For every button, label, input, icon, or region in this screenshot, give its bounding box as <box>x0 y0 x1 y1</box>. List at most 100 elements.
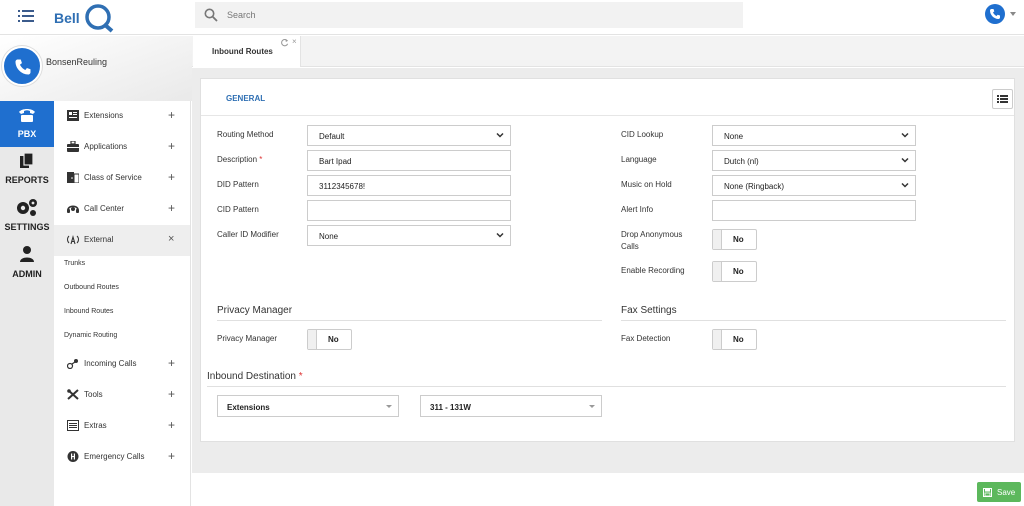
rail-item-reports[interactable]: REPORTS <box>0 147 54 193</box>
divider <box>207 386 1006 387</box>
menu-label: Applications <box>84 142 128 151</box>
briefcase-icon <box>67 141 79 152</box>
description-value: Bart Ipad <box>319 157 352 166</box>
chevron-down-icon <box>496 232 504 238</box>
music-on-hold-value: None (Ringback) <box>724 182 785 191</box>
did-pattern-value: 3112345678! <box>319 182 366 191</box>
caret-down-icon <box>386 405 392 408</box>
phone-icon <box>19 109 35 122</box>
refresh-icon[interactable] <box>280 38 289 47</box>
enable-recording-label: Enable Recording <box>621 266 685 275</box>
drop-anonymous-label-line2: Calls <box>621 242 639 251</box>
menu-item-extensions[interactable]: Extensions + <box>54 101 190 132</box>
fax-settings-heading: Fax Settings <box>621 305 677 316</box>
language-value: Dutch (nl) <box>724 157 759 166</box>
description-label-text: Description <box>217 155 258 164</box>
expand-icon[interactable]: + <box>168 418 175 432</box>
expand-icon[interactable]: + <box>168 356 175 370</box>
destination-type-value: Extensions <box>227 403 270 412</box>
drop-anonymous-toggle[interactable]: No <box>712 229 757 250</box>
inbound-destination-heading: Inbound Destination * <box>207 371 303 382</box>
fax-detection-toggle[interactable]: No <box>712 329 757 350</box>
menu-item-class-of-service[interactable]: Class of Service + <box>54 163 190 194</box>
bellq-logo[interactable]: Bell <box>54 3 116 33</box>
card-title: GENERAL <box>226 94 266 103</box>
pbx-submenu: Extensions + Applications + Class of Ser… <box>54 101 191 506</box>
expand-icon[interactable]: + <box>168 139 175 153</box>
menu-item-external[interactable]: External × <box>54 225 190 256</box>
chevron-down-icon[interactable] <box>1010 12 1016 16</box>
menu-item-applications[interactable]: Applications + <box>54 132 190 163</box>
privacy-manager-toggle[interactable]: No <box>307 329 352 350</box>
search-input[interactable]: Search <box>227 10 256 20</box>
destination-target-select[interactable]: 311 - 131W <box>420 395 602 417</box>
menu-label: Extensions <box>84 111 124 120</box>
description-input[interactable]: Bart Ipad <box>307 150 511 171</box>
menu-item-extras[interactable]: Extras + <box>54 411 190 442</box>
save-button[interactable]: Save <box>977 482 1021 502</box>
cid-lookup-value: None <box>724 132 744 141</box>
menu-item-tools[interactable]: Tools + <box>54 380 190 411</box>
rail-item-settings[interactable]: SETTINGS <box>0 193 54 239</box>
caret-down-icon <box>589 405 595 408</box>
destination-type-select[interactable]: Extensions <box>217 395 399 417</box>
submenu-item-inbound-routes[interactable]: Inbound Routes <box>64 308 113 315</box>
toggle-value: No <box>733 267 744 276</box>
incoming-calls-icon <box>67 359 78 369</box>
menu-toggle-icon[interactable] <box>18 9 34 23</box>
submenu-item-outbound-routes[interactable]: Outbound Routes <box>64 284 119 291</box>
caller-id-modifier-value: None <box>319 232 339 241</box>
enable-recording-toggle[interactable]: No <box>712 261 757 282</box>
privacy-manager-heading: Privacy Manager <box>217 305 293 316</box>
expand-icon[interactable]: + <box>168 387 175 401</box>
tab-inbound-routes[interactable]: Inbound Routes × <box>193 36 301 67</box>
toggle-value: No <box>733 235 744 244</box>
required-marker: * <box>259 155 263 164</box>
phone-status-button[interactable] <box>985 4 1005 24</box>
chevron-down-icon <box>901 157 909 163</box>
cid-lookup-select[interactable]: None <box>712 125 916 146</box>
submenu-item-dynamic-routing[interactable]: Dynamic Routing <box>64 332 117 339</box>
inbound-destination-text: Inbound Destination <box>207 371 296 382</box>
close-icon[interactable]: × <box>292 37 297 46</box>
avatar[interactable] <box>2 46 42 86</box>
menu-item-incoming-calls[interactable]: Incoming Calls + <box>54 349 190 380</box>
cid-pattern-input[interactable] <box>307 200 511 221</box>
submenu-item-trunks[interactable]: Trunks <box>64 260 85 267</box>
headset-icon <box>67 205 79 213</box>
caller-id-modifier-label: Caller ID Modifier <box>217 230 279 239</box>
search-bar[interactable]: Search <box>195 2 743 28</box>
tab-label: Inbound Routes <box>212 47 273 56</box>
rail-label: SETTINGS <box>4 222 50 232</box>
rail-item-admin[interactable]: ADMIN <box>0 240 54 286</box>
gears-icon <box>17 199 37 216</box>
top-bar: Bell Search <box>0 0 1024 35</box>
cid-pattern-label: CID Pattern <box>217 205 259 214</box>
list-view-button[interactable] <box>992 89 1013 109</box>
menu-label: Incoming Calls <box>84 359 137 368</box>
destination-target-value: 311 - 131W <box>430 403 471 412</box>
language-select[interactable]: Dutch (nl) <box>712 150 916 171</box>
list-box-icon <box>67 420 79 431</box>
expand-icon[interactable]: + <box>168 449 175 463</box>
divider <box>217 320 602 321</box>
caller-id-modifier-select[interactable]: None <box>307 225 511 246</box>
floppy-disk-icon <box>983 488 992 497</box>
menu-item-call-center[interactable]: Call Center + <box>54 194 190 225</box>
collapse-icon[interactable]: × <box>168 233 174 245</box>
music-on-hold-select[interactable]: None (Ringback) <box>712 175 916 196</box>
chevron-down-icon <box>496 132 504 138</box>
card-header: GENERAL <box>201 79 1014 116</box>
menu-item-emergency-calls[interactable]: Emergency Calls + <box>54 442 190 473</box>
alert-info-label: Alert Info <box>621 205 654 214</box>
copy-icon <box>20 152 34 168</box>
did-pattern-input[interactable]: 3112345678! <box>307 175 511 196</box>
expand-icon[interactable]: + <box>168 108 175 122</box>
expand-icon[interactable]: + <box>168 201 175 215</box>
alert-info-input[interactable] <box>712 200 916 221</box>
expand-icon[interactable]: + <box>168 170 175 184</box>
routing-method-select[interactable]: Default <box>307 125 511 146</box>
toggle-knob <box>308 330 317 349</box>
rail-item-pbx[interactable]: PBX <box>0 101 54 147</box>
main-content: Inbound Routes × GENERAL Routing Method … <box>192 36 1024 506</box>
